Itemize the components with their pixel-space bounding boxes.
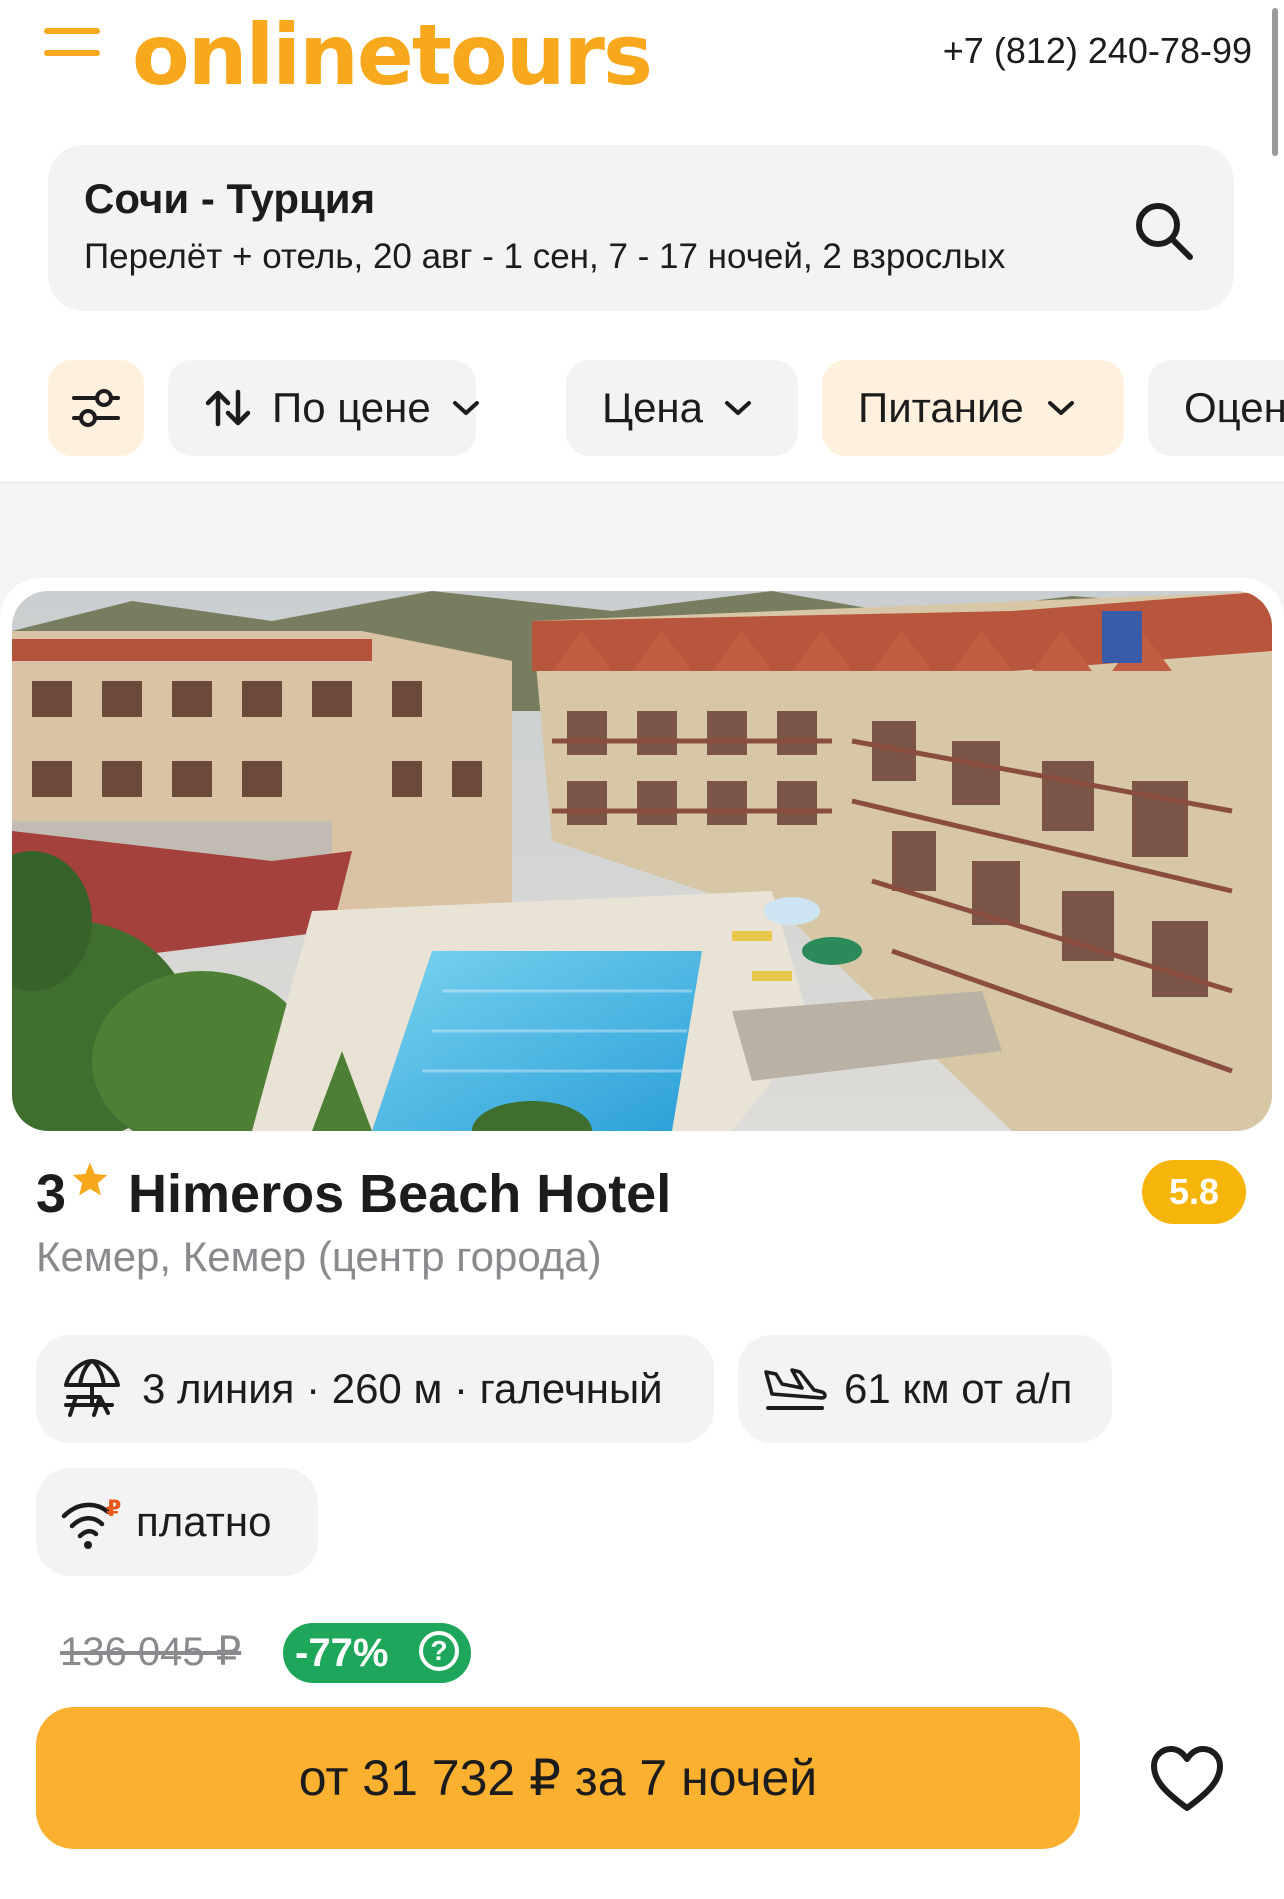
meal-filter-chip[interactable]: Питание (822, 360, 1124, 456)
airport-distance: 61 км от а/п (738, 1335, 1112, 1443)
discount-value: -77% (295, 1630, 389, 1675)
chevron-down-icon (452, 401, 479, 415)
filter-settings-button[interactable] (48, 360, 144, 456)
plane-landing-icon (764, 1368, 827, 1410)
hamburger-menu-icon[interactable] (44, 28, 100, 60)
beach-info-text: 3 линия · 260 м · галечный (142, 1365, 663, 1412)
price-filter-chip[interactable]: Цена (566, 360, 798, 456)
help-icon[interactable]: ? (419, 1631, 459, 1671)
filter-bar: По цене Цена Питание Оцен (48, 360, 1284, 456)
chevron-down-icon (1047, 401, 1074, 415)
price-button[interactable]: от 31 732 ₽ за 7 ночей (36, 1707, 1080, 1849)
wifi-paid-icon: ₽ (61, 1497, 121, 1549)
scrollbar[interactable] (1272, 8, 1278, 156)
rating-chip-label: Оцен (1184, 384, 1284, 431)
phone-link[interactable]: +7 (812) 240-78-99 (943, 30, 1252, 72)
meal-chip-label: Питание (858, 384, 1024, 431)
header: onlinetours +7 (812) 240-78-99 Сочи - Ту… (0, 0, 1284, 483)
sort-by-price-chip[interactable]: По цене (168, 360, 479, 456)
heart-icon[interactable] (1148, 1744, 1226, 1814)
search-details: Перелёт + отель, 20 авг - 1 сен, 7 - 17 … (84, 237, 1006, 276)
wifi-info: ₽ платно (36, 1468, 318, 1576)
hotel-title[interactable]: 3 Himeros Beach Hotel (36, 1159, 671, 1229)
search-summary[interactable]: Сочи - Турция Перелёт + отель, 20 авг - … (48, 145, 1234, 311)
chevron-down-icon (724, 401, 751, 415)
svg-text:₽: ₽ (106, 1497, 121, 1522)
hotel-card[interactable]: 3 Himeros Beach Hotel 5.8 Кемер, Кемер (… (0, 578, 1284, 1899)
hotel-stars: 3 (36, 1164, 67, 1224)
old-price: 136 045 ₽ (60, 1630, 242, 1674)
beach-umbrella-icon (64, 1359, 120, 1417)
airport-distance-text: 61 км от а/п (844, 1365, 1073, 1412)
hotel-name: Himeros Beach Hotel (128, 1164, 672, 1224)
rating-filter-chip[interactable]: Оцен (1148, 360, 1284, 456)
star-icon (72, 1162, 108, 1196)
rating-badge: 5.8 (1142, 1160, 1246, 1224)
wifi-info-text: платно (136, 1498, 272, 1545)
discount-badge[interactable]: -77% ? (283, 1623, 471, 1683)
search-icon[interactable] (1130, 197, 1196, 263)
hotel-location: Кемер, Кемер (центр города) (36, 1233, 602, 1280)
beach-info: 3 линия · 260 м · галечный (36, 1335, 714, 1443)
price-chip-label: Цена (602, 384, 703, 431)
sliders-icon (72, 389, 120, 427)
search-destination: Сочи - Турция (84, 175, 376, 222)
sort-arrows-icon (205, 389, 251, 427)
sort-chip-label: По цене (272, 384, 431, 431)
logo[interactable]: onlinetours (132, 0, 653, 110)
hotel-photo[interactable] (12, 591, 1272, 1131)
